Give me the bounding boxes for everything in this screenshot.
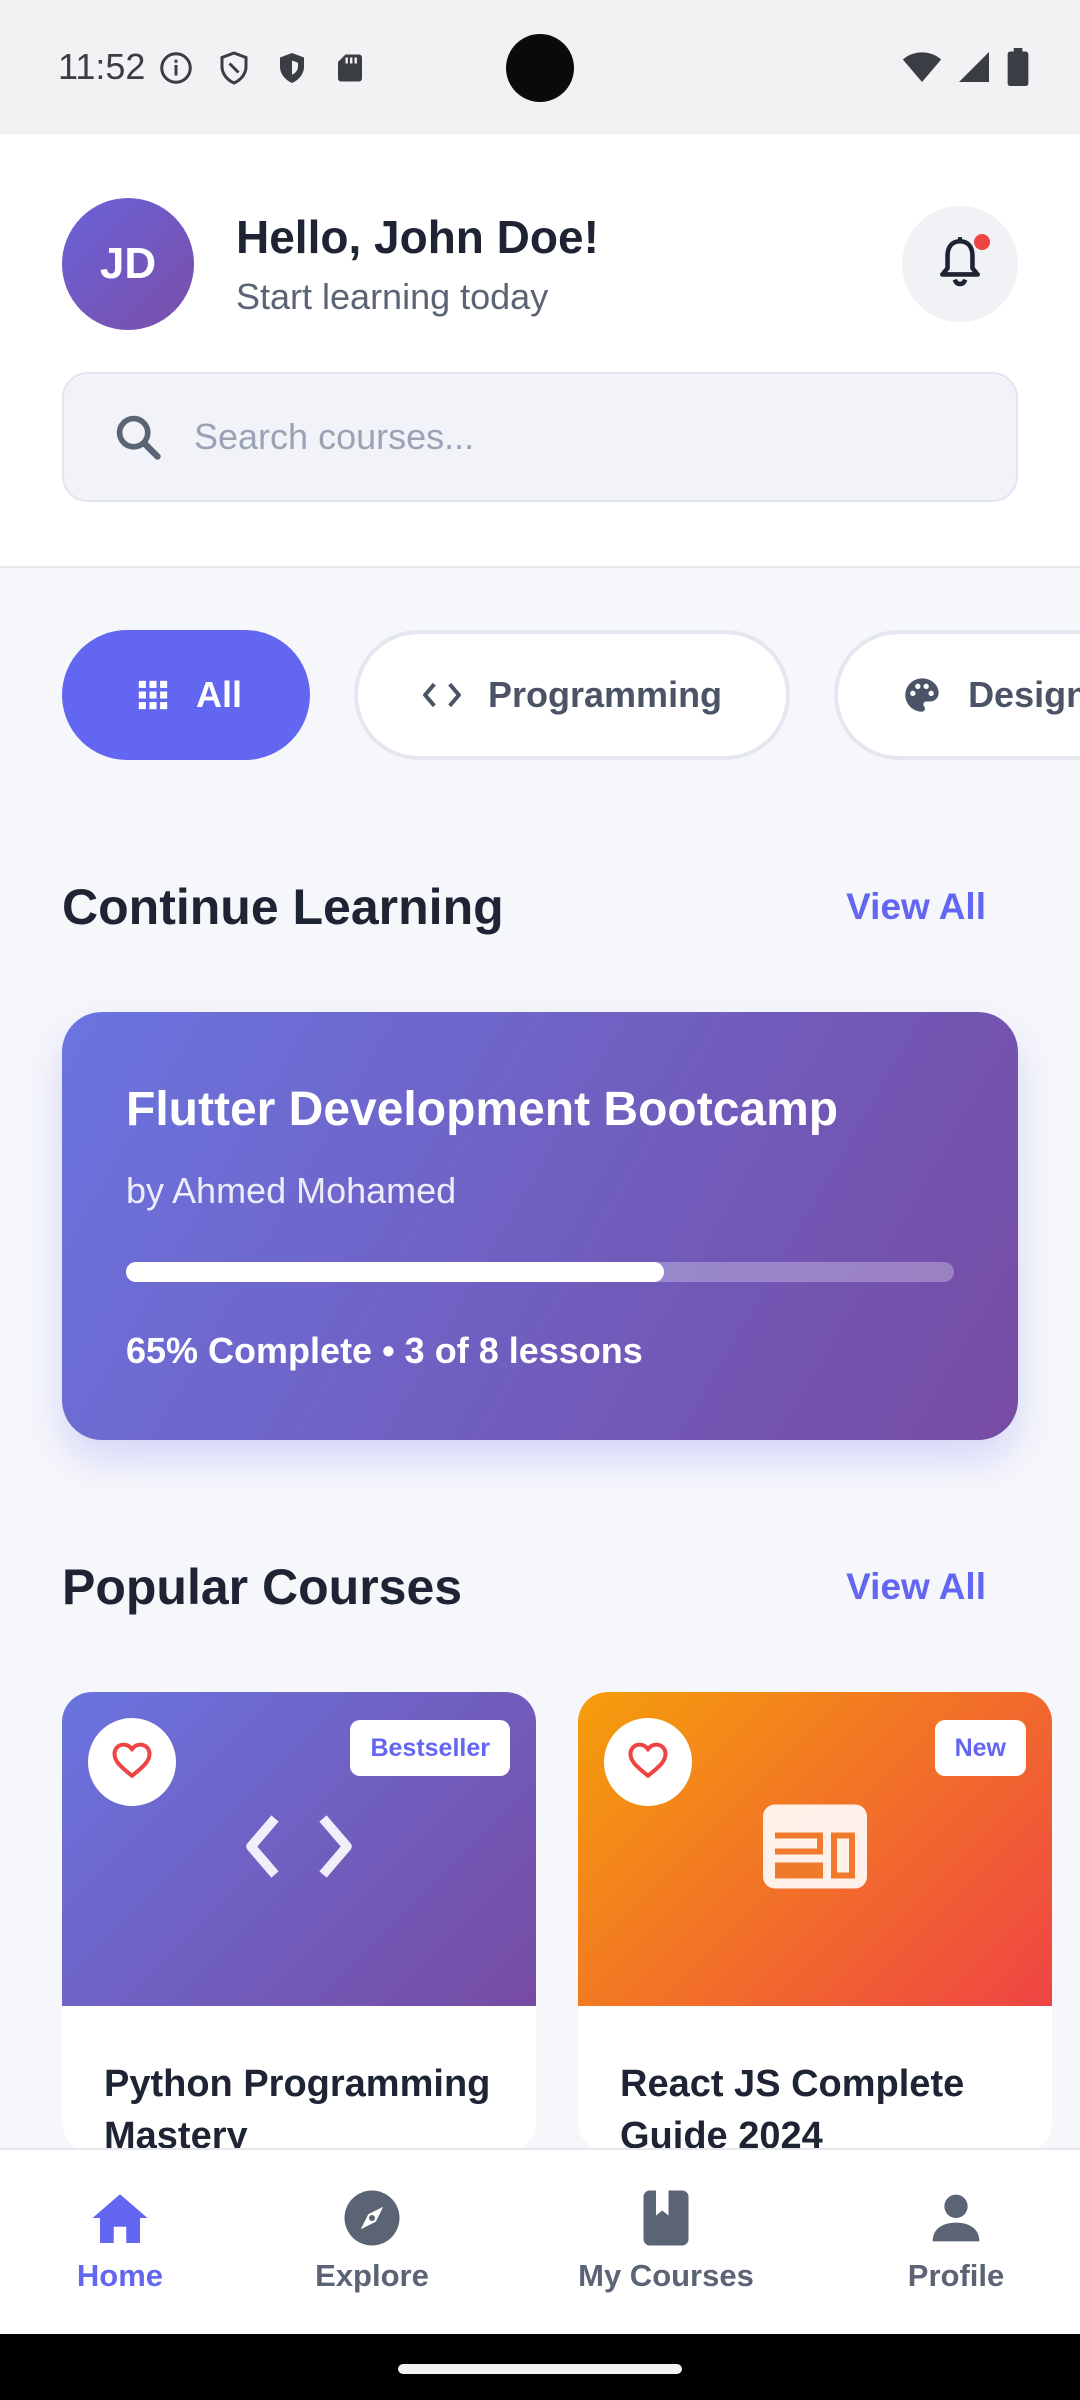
course-author: by Ahmed Mohamed <box>126 1170 457 1211</box>
person-icon <box>928 2186 984 2250</box>
nav-explore[interactable]: Explore <box>300 2150 444 2336</box>
status-icons-left <box>158 50 368 86</box>
palette-icon <box>902 675 942 715</box>
course-badge: Bestseller <box>350 1720 510 1776</box>
status-icons-right <box>902 48 1030 91</box>
web-layout-icon <box>759 1801 871 1898</box>
shield-outline-icon <box>216 50 252 86</box>
heart-outline-icon <box>627 1740 669 1785</box>
status-time: 11:52 <box>58 46 146 87</box>
greeting-title: Hello, John Doe! <box>236 211 599 263</box>
continue-learning-view-all[interactable]: View All <box>846 886 986 928</box>
progress-bar <box>126 1262 954 1282</box>
avatar[interactable]: JD <box>62 198 194 330</box>
book-icon <box>641 2186 691 2250</box>
search-input[interactable] <box>194 416 974 458</box>
status-bar: 11:52 <box>0 0 1080 134</box>
search-bar[interactable] <box>62 372 1018 502</box>
code-icon <box>422 678 462 712</box>
compass-icon <box>342 2186 402 2250</box>
chip-label: All <box>196 674 243 715</box>
battery-icon <box>1006 48 1030 91</box>
popular-courses-view-all[interactable]: View All <box>846 1566 986 1608</box>
info-circle-icon <box>158 50 194 86</box>
code-icon <box>243 1811 355 1888</box>
sd-card-icon <box>332 50 368 86</box>
nav-label: My Courses <box>578 2258 754 2293</box>
category-chip-all[interactable]: All <box>62 630 311 760</box>
greeting-subtitle: Start learning today <box>236 276 549 317</box>
course-banner: New <box>578 1692 1052 2006</box>
category-chips: All Programming Design <box>62 630 1080 760</box>
camera-cutout <box>506 34 574 102</box>
notifications-button[interactable] <box>902 206 1018 322</box>
favorite-button[interactable] <box>604 1718 692 1806</box>
bottom-navigation: Home Explore My Courses Profile <box>0 2148 1080 2334</box>
course-card[interactable]: New React JS Complete Guide 2024 <box>578 1692 1052 2152</box>
chip-label: Programming <box>488 674 723 715</box>
nav-label: Home <box>76 2258 164 2293</box>
search-icon <box>110 409 166 465</box>
course-card[interactable]: Bestseller Python Programming Mastery <box>62 1692 536 2152</box>
nav-profile[interactable]: Profile <box>894 2150 1018 2336</box>
continue-learning-title: Continue Learning <box>62 879 504 935</box>
grid-icon <box>136 678 170 712</box>
home-icon <box>90 2186 150 2250</box>
nav-my-courses[interactable]: My Courses <box>564 2150 768 2336</box>
home-gesture-bar[interactable] <box>398 2364 682 2374</box>
notification-dot <box>974 234 990 250</box>
heart-outline-icon <box>111 1740 153 1785</box>
progress-status: 65% Complete • 3 of 8 lessons <box>126 1330 643 1371</box>
course-title: Python Programming Mastery <box>104 2063 491 2152</box>
cellular-signal-icon <box>956 49 992 90</box>
category-chip-programming[interactable]: Programming <box>354 630 791 760</box>
shield-filled-icon <box>274 50 310 86</box>
progress-bar-fill <box>126 1262 665 1282</box>
chip-label: Design <box>968 674 1080 715</box>
nav-label: Explore <box>315 2258 429 2293</box>
wifi-icon <box>902 49 942 90</box>
favorite-button[interactable] <box>88 1718 176 1806</box>
category-chip-design[interactable]: Design <box>834 630 1080 760</box>
gesture-area <box>0 2334 1080 2400</box>
course-banner: Bestseller <box>62 1692 536 2006</box>
course-title: Flutter Development Bootcamp <box>126 1083 839 1136</box>
popular-courses-title: Popular Courses <box>62 1559 463 1615</box>
course-title: React JS Complete Guide 2024 <box>620 2063 965 2152</box>
nav-home[interactable]: Home <box>60 2150 180 2336</box>
continue-learning-card[interactable]: Flutter Development Bootcamp by Ahmed Mo… <box>62 1012 1018 1440</box>
home-header: JD Hello, John Doe! Start learning today <box>0 134 1080 568</box>
course-badge: New <box>934 1720 1026 1776</box>
nav-label: Profile <box>907 2258 1005 2293</box>
